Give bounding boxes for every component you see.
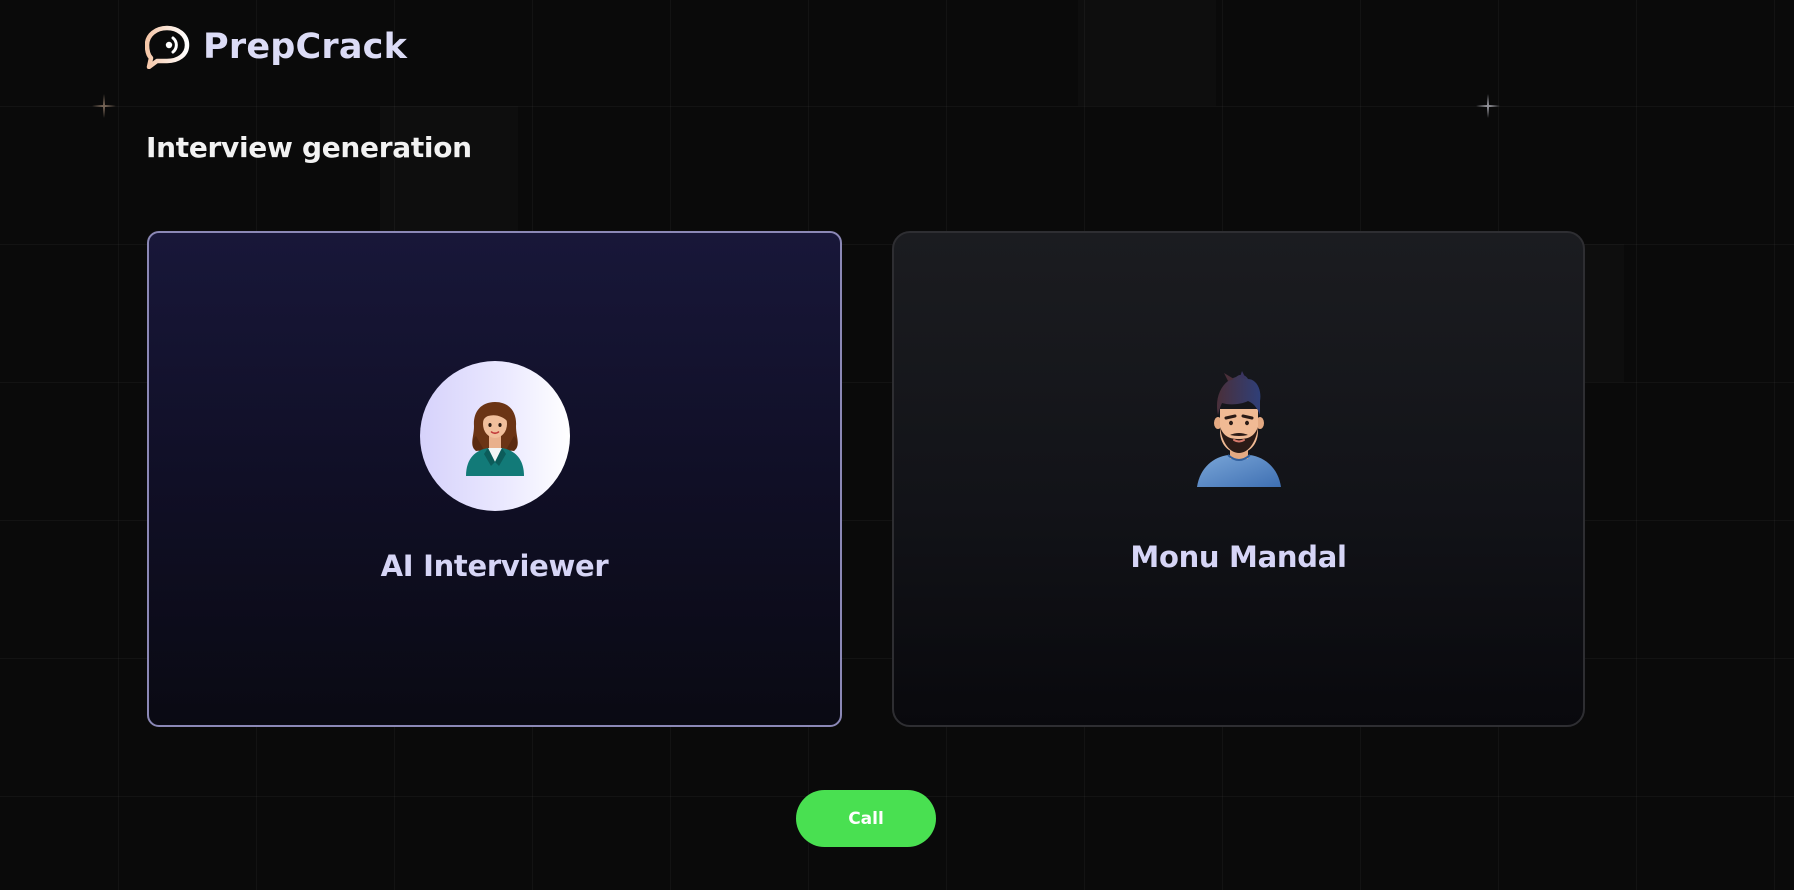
brand[interactable]: PrepCrack bbox=[145, 25, 407, 69]
ai-avatar bbox=[419, 361, 570, 511]
grid-tile bbox=[1078, 0, 1216, 106]
grid-tile bbox=[1584, 244, 1624, 382]
user-name: Monu Mandal bbox=[1130, 540, 1347, 574]
grid-tile bbox=[380, 106, 518, 244]
sparkle-icon bbox=[92, 94, 116, 118]
user-avatar bbox=[1189, 370, 1289, 490]
ai-interviewer-card: AI Interviewer bbox=[147, 231, 842, 727]
page-background: PrepCrack Interview generation AI Interv… bbox=[0, 0, 1794, 890]
user-card: Monu Mandal bbox=[892, 231, 1585, 727]
chat-bubble-broadcast-icon bbox=[145, 25, 190, 69]
female-interviewer-avatar-icon bbox=[465, 402, 524, 476]
call-button[interactable]: Call bbox=[796, 790, 936, 847]
ai-interviewer-name: AI Interviewer bbox=[380, 549, 609, 583]
male-user-avatar-icon bbox=[1196, 371, 1281, 487]
brand-name: PrepCrack bbox=[203, 27, 408, 67]
page-title: Interview generation bbox=[146, 131, 472, 164]
sparkle-icon bbox=[1476, 94, 1500, 118]
